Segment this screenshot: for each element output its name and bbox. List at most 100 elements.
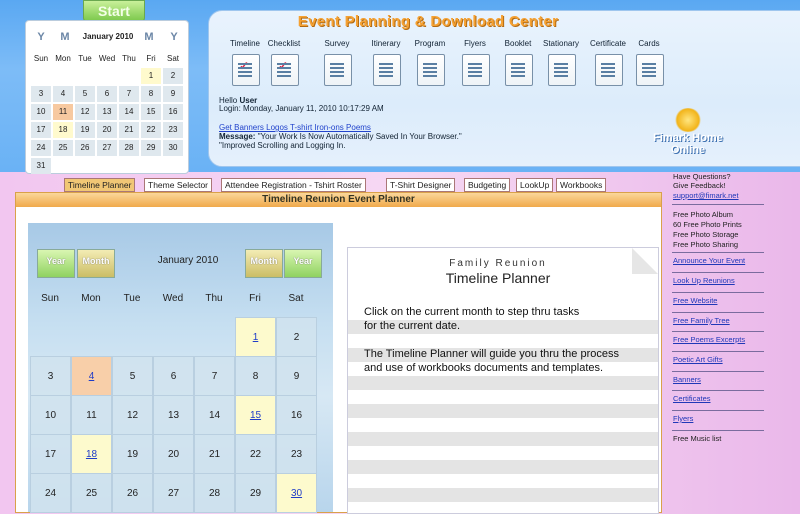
calendar-day-23[interactable]: 23 bbox=[276, 434, 317, 474]
mini-day-17[interactable]: 17 bbox=[31, 122, 51, 138]
certificate-icon[interactable] bbox=[595, 54, 623, 86]
itinerary-icon[interactable] bbox=[373, 54, 401, 86]
calendar-day-13[interactable]: 13 bbox=[153, 395, 194, 435]
calendar-day-2[interactable]: 2 bbox=[276, 317, 317, 357]
mini-day-1[interactable]: 1 bbox=[141, 68, 161, 84]
prev-year-button[interactable]: Year bbox=[37, 249, 75, 278]
mini-day-11[interactable]: 11 bbox=[53, 104, 73, 120]
mini-day-23[interactable]: 23 bbox=[163, 122, 183, 138]
calendar-day-3[interactable]: 3 bbox=[30, 356, 71, 396]
tab-timeline-planner[interactable]: Timeline Planner bbox=[64, 178, 136, 192]
mini-day-29[interactable]: 29 bbox=[141, 140, 161, 156]
sidebar-link-free-website[interactable]: Free Website bbox=[673, 296, 717, 305]
start-button[interactable]: Start bbox=[83, 0, 145, 22]
calendar-day-22[interactable]: 22 bbox=[235, 434, 276, 474]
mini-next-year-button[interactable]: Y bbox=[164, 29, 184, 45]
fimark-logo[interactable]: Fimark Home Online bbox=[648, 108, 728, 156]
mini-next-month-button[interactable]: M bbox=[139, 29, 159, 45]
stationary-icon[interactable] bbox=[548, 54, 576, 86]
mini-day-16[interactable]: 16 bbox=[163, 104, 183, 120]
mini-day-13[interactable]: 13 bbox=[97, 104, 117, 120]
mini-day-18[interactable]: 18 bbox=[53, 122, 73, 138]
mini-day-24[interactable]: 24 bbox=[31, 140, 51, 156]
mini-day-3[interactable]: 3 bbox=[31, 86, 51, 102]
mini-weekday-thu: Thu bbox=[122, 54, 136, 63]
calendar-day-12[interactable]: 12 bbox=[112, 395, 153, 435]
sidebar-link-announce-your-event[interactable]: Announce Your Event bbox=[673, 256, 745, 265]
calendar-day-21[interactable]: 21 bbox=[194, 434, 235, 474]
mini-day-19[interactable]: 19 bbox=[75, 122, 95, 138]
sidebar-link-look-up-reunions[interactable]: Look Up Reunions bbox=[673, 276, 735, 285]
tab-budgeting[interactable]: Budgeting bbox=[464, 178, 511, 192]
mini-day-14[interactable]: 14 bbox=[119, 104, 139, 120]
flyers-icon[interactable] bbox=[462, 54, 490, 86]
next-month-button[interactable]: Month bbox=[245, 249, 283, 278]
mini-day-30[interactable]: 30 bbox=[163, 140, 183, 156]
mini-day-10[interactable]: 10 bbox=[31, 104, 51, 120]
timeline-icon[interactable] bbox=[232, 54, 260, 86]
tab-t-shirt-designer[interactable]: T-Shirt Designer bbox=[386, 178, 456, 192]
mini-day-20[interactable]: 20 bbox=[97, 122, 117, 138]
mini-day-12[interactable]: 12 bbox=[75, 104, 95, 120]
mini-day-27[interactable]: 27 bbox=[97, 140, 117, 156]
mini-day-8[interactable]: 8 bbox=[141, 86, 161, 102]
calendar-day-6[interactable]: 6 bbox=[153, 356, 194, 396]
sidebar-link-flyers[interactable]: Flyers bbox=[673, 414, 693, 423]
mini-day-21[interactable]: 21 bbox=[119, 122, 139, 138]
calendar-day-17[interactable]: 17 bbox=[30, 434, 71, 474]
calendar-day-19[interactable]: 19 bbox=[112, 434, 153, 474]
mini-day-15[interactable]: 15 bbox=[141, 104, 161, 120]
mini-day-31[interactable]: 31 bbox=[31, 158, 51, 174]
mini-day-4[interactable]: 4 bbox=[53, 86, 73, 102]
mini-prev-month-button[interactable]: M bbox=[55, 29, 75, 45]
sidebar-link-certificates[interactable]: Certificates bbox=[673, 394, 711, 403]
prev-month-button[interactable]: Month bbox=[77, 249, 115, 278]
mini-prev-year-button[interactable]: Y bbox=[31, 29, 51, 45]
booklet-icon[interactable] bbox=[505, 54, 533, 86]
mini-day-6[interactable]: 6 bbox=[97, 86, 117, 102]
calendar-day-8[interactable]: 8 bbox=[235, 356, 276, 396]
sidebar-link-free-family-tree[interactable]: Free Family Tree bbox=[673, 316, 730, 325]
program-icon[interactable] bbox=[417, 54, 445, 86]
mini-day-5[interactable]: 5 bbox=[75, 86, 95, 102]
survey-icon[interactable] bbox=[324, 54, 352, 86]
calendar-day-16[interactable]: 16 bbox=[276, 395, 317, 435]
cards-icon[interactable] bbox=[636, 54, 664, 86]
sidebar-link-banners[interactable]: Banners bbox=[673, 375, 701, 384]
checklist-icon[interactable] bbox=[271, 54, 299, 86]
calendar-day-5[interactable]: 5 bbox=[112, 356, 153, 396]
calendar-day-10[interactable]: 10 bbox=[30, 395, 71, 435]
mini-day-26[interactable]: 26 bbox=[75, 140, 95, 156]
calendar-day-1[interactable]: 1 bbox=[235, 317, 276, 357]
tab-workbooks[interactable]: Workbooks bbox=[556, 178, 607, 192]
tab-lookup[interactable]: LookUp bbox=[516, 178, 554, 192]
calendar-day-29[interactable]: 29 bbox=[235, 473, 276, 513]
calendar-day-28[interactable]: 28 bbox=[194, 473, 235, 513]
mini-day-22[interactable]: 22 bbox=[141, 122, 161, 138]
mini-day-25[interactable]: 25 bbox=[53, 140, 73, 156]
sidebar-link-poetic-art-gifts[interactable]: Poetic Art Gifts bbox=[673, 355, 723, 364]
calendar-day-27[interactable]: 27 bbox=[153, 473, 194, 513]
calendar-day-20[interactable]: 20 bbox=[153, 434, 194, 474]
tab-attendee-registration-tshirt-roster[interactable]: Attendee Registration - Tshirt Roster bbox=[221, 178, 366, 192]
calendar-day-15[interactable]: 15 bbox=[235, 395, 276, 435]
next-year-button[interactable]: Year bbox=[284, 249, 322, 278]
tab-theme-selector[interactable]: Theme Selector bbox=[144, 178, 212, 192]
calendar-day-25[interactable]: 25 bbox=[71, 473, 112, 513]
mini-day-2[interactable]: 2 bbox=[163, 68, 183, 84]
banners-link[interactable]: Get Banners Logos T-shirt Iron-ons Poems bbox=[219, 123, 371, 132]
calendar-day-14[interactable]: 14 bbox=[194, 395, 235, 435]
calendar-day-7[interactable]: 7 bbox=[194, 356, 235, 396]
mini-day-28[interactable]: 28 bbox=[119, 140, 139, 156]
calendar-day-9[interactable]: 9 bbox=[276, 356, 317, 396]
calendar-day-18[interactable]: 18 bbox=[71, 434, 112, 474]
sidebar-link-free-poems-excerpts[interactable]: Free Poems Excerpts bbox=[673, 335, 745, 344]
support-email-link[interactable]: support@fimark.net bbox=[673, 191, 739, 200]
calendar-day-11[interactable]: 11 bbox=[71, 395, 112, 435]
calendar-day-26[interactable]: 26 bbox=[112, 473, 153, 513]
mini-day-7[interactable]: 7 bbox=[119, 86, 139, 102]
calendar-day-4[interactable]: 4 bbox=[71, 356, 112, 396]
calendar-day-24[interactable]: 24 bbox=[30, 473, 71, 513]
calendar-day-30[interactable]: 30 bbox=[276, 473, 317, 513]
mini-day-9[interactable]: 9 bbox=[163, 86, 183, 102]
